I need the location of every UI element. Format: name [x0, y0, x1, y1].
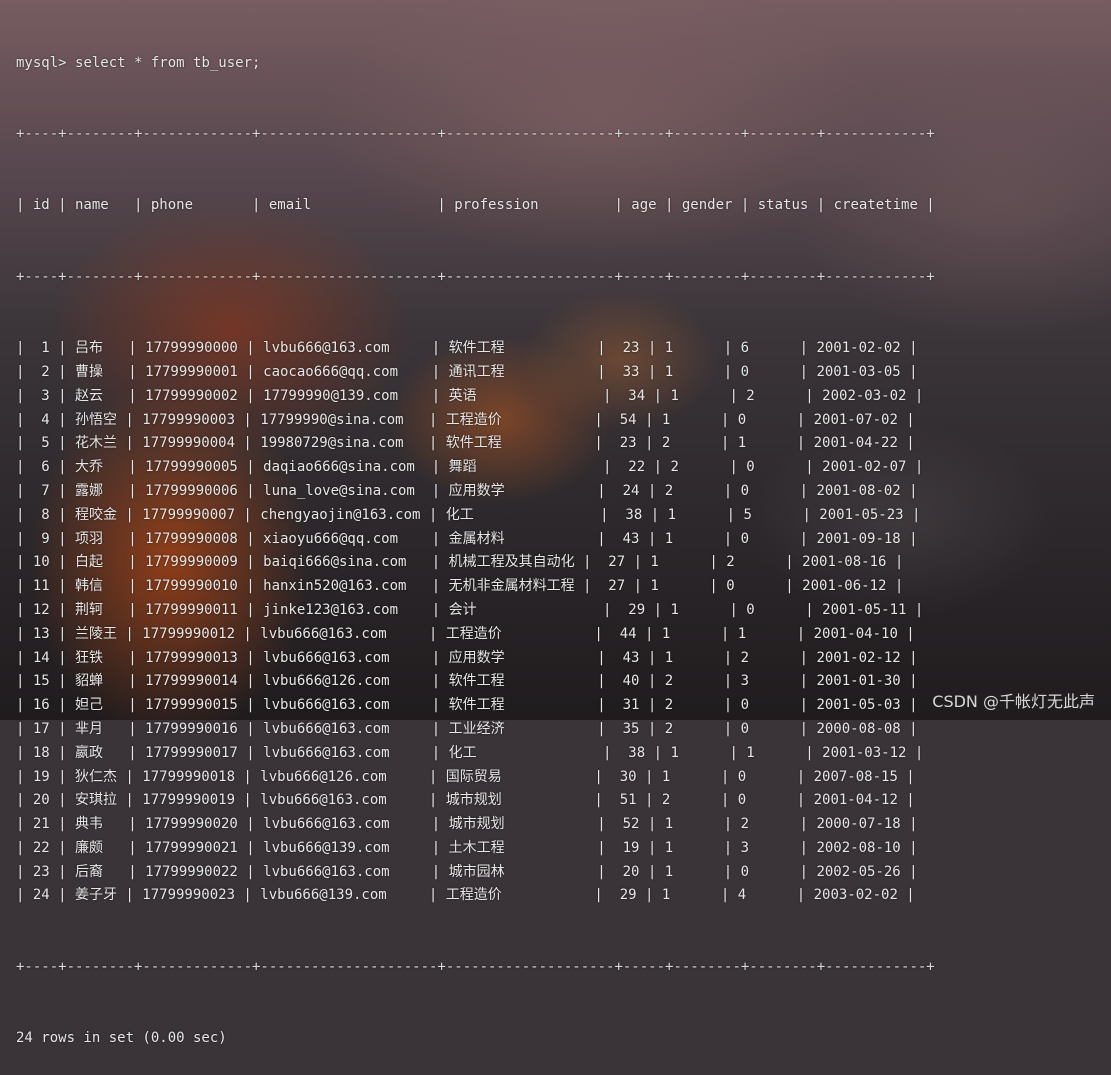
table-row: | 12 | 荆轲 | 17799990011 | jinke123@163.c… — [16, 601, 924, 618]
table-border-bottom: +----+--------+-------------+-----------… — [16, 958, 935, 975]
table-row: | 24 | 姜子牙 | 17799990023 | lvbu666@139.c… — [16, 887, 915, 904]
result-summary: 24 rows in set (0.00 sec) — [16, 1030, 227, 1047]
table-row: | 23 | 后裔 | 17799990022 | lvbu666@163.co… — [16, 863, 918, 880]
table-row: | 2 | 曹操 | 17799990001 | caocao666@qq.co… — [16, 363, 918, 380]
table-header-row: | id | name | phone | email | profession… — [16, 197, 935, 214]
table-row: | 4 | 孙悟空 | 17799990003 | 17799990@sina.… — [16, 411, 915, 428]
table-row: | 15 | 貂蝉 | 17799990014 | lvbu666@126.co… — [16, 673, 918, 690]
table-border-mid: +----+--------+-------------+-----------… — [16, 268, 935, 285]
table-row: | 3 | 赵云 | 17799990002 | 17799990@139.co… — [16, 387, 924, 404]
table-row: | 14 | 狂铁 | 17799990013 | lvbu666@163.co… — [16, 649, 918, 666]
terminal-output[interactable]: mysql> select * from tb_user; +----+----… — [16, 0, 935, 1075]
table-row: | 6 | 大乔 | 17799990005 | daqiao666@sina.… — [16, 459, 924, 476]
table-border-top: +----+--------+-------------+-----------… — [16, 125, 935, 142]
table-row: | 13 | 兰陵王 | 17799990012 | lvbu666@163.c… — [16, 625, 915, 642]
table-row: | 5 | 花木兰 | 17799990004 | 19980729@sina.… — [16, 435, 915, 452]
table-row: | 9 | 项羽 | 17799990008 | xiaoyu666@qq.co… — [16, 530, 918, 547]
table-row: | 22 | 廉颇 | 17799990021 | lvbu666@139.co… — [16, 839, 918, 856]
table-row: | 19 | 狄仁杰 | 17799990018 | lvbu666@126.c… — [16, 768, 915, 785]
table-row: | 20 | 安琪拉 | 17799990019 | lvbu666@163.c… — [16, 792, 915, 809]
table-row: | 10 | 白起 | 17799990009 | baiqi666@sina.… — [16, 554, 904, 571]
watermark-text: CSDN @千帐灯无此声 — [932, 692, 1095, 711]
table-row: | 21 | 典韦 | 17799990020 | lvbu666@163.co… — [16, 816, 918, 833]
table-row: | 8 | 程咬金 | 17799990007 | chengyaojin@16… — [16, 506, 921, 523]
command-line: mysql> select * from tb_user; — [16, 48, 935, 76]
table-row: | 1 | 吕布 | 17799990000 | lvbu666@163.com… — [16, 340, 918, 357]
mysql-prompt: mysql> — [16, 54, 67, 71]
command-text: select * from tb_user; — [75, 54, 261, 71]
table-row: | 17 | 芈月 | 17799990016 | lvbu666@163.co… — [16, 720, 918, 737]
table-row: | 7 | 露娜 | 17799990006 | luna_love@sina.… — [16, 482, 918, 499]
table-row: | 18 | 嬴政 | 17799990017 | lvbu666@163.co… — [16, 744, 924, 761]
table-row: | 16 | 妲己 | 17799990015 | lvbu666@163.co… — [16, 697, 918, 714]
table-body: | 1 | 吕布 | 17799990000 | lvbu666@163.com… — [16, 337, 935, 908]
table-row: | 11 | 韩信 | 17799990010 | hanxin520@163.… — [16, 578, 904, 595]
